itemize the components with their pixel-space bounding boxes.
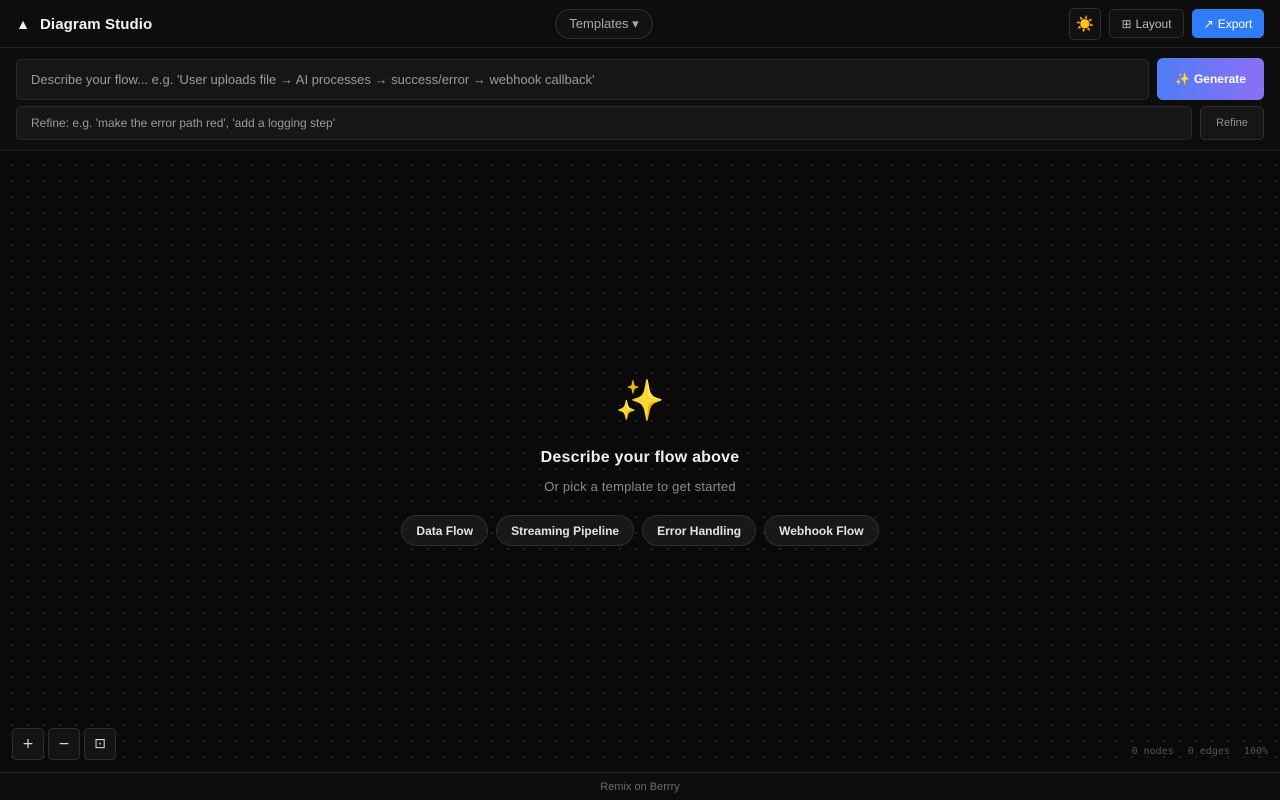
zoom-controls: + − ⊡ <box>12 728 116 760</box>
template-chips: Data Flow Streaming Pipeline Error Handl… <box>401 515 879 546</box>
triangle-logo-icon: ▲ <box>16 16 30 32</box>
empty-state: ✨ Describe your flow above Or pick a tem… <box>0 375 1280 546</box>
sparkles-icon: ✨ <box>1175 72 1190 86</box>
node-count: 0 nodes <box>1131 746 1174 757</box>
diagram-canvas[interactable]: ✨ Describe your flow above Or pick a tem… <box>0 151 1280 772</box>
app-logo: ▲ Diagram Studio <box>16 14 152 34</box>
refine-button[interactable]: Refine <box>1200 106 1264 140</box>
fit-view-icon: ⊡ <box>94 736 106 752</box>
arrow-up-right-icon: ↗ <box>1203 16 1214 31</box>
zoom-out-button[interactable]: − <box>48 728 80 760</box>
describe-flow-input[interactable] <box>16 59 1149 100</box>
template-chip-error-handling[interactable]: Error Handling <box>642 515 757 546</box>
empty-state-title: Describe your flow above <box>540 449 740 466</box>
top-bar: ▲ Diagram Studio Templates ▾ ☀️ ⊞ Layout… <box>0 0 1280 48</box>
sparkles-icon: ✨ <box>615 379 665 423</box>
template-chip-streaming-pipeline[interactable]: Streaming Pipeline <box>496 515 635 546</box>
theme-toggle-button[interactable]: ☀️ <box>1069 8 1101 40</box>
template-chip-webhook-flow[interactable]: Webhook Flow <box>764 515 879 546</box>
canvas-stats: 0 nodes 0 edges 100% <box>1132 746 1268 757</box>
sun-icon: ☀️ <box>1075 16 1095 33</box>
generate-label: Generate <box>1193 72 1246 86</box>
remix-link[interactable]: Remix on Berrry <box>600 781 679 793</box>
footer: Remix on Berrry <box>0 772 1280 800</box>
template-chip-data-flow[interactable]: Data Flow <box>401 515 489 546</box>
export-label: Export <box>1217 16 1253 31</box>
zoom-in-button[interactable]: + <box>12 728 44 760</box>
plus-icon: + <box>22 736 34 752</box>
edge-count: 0 edges <box>1187 746 1230 757</box>
templates-dropdown-button[interactable]: Templates ▾ <box>555 9 653 39</box>
generate-button[interactable]: ✨ Generate <box>1157 58 1264 100</box>
app-title: Diagram Studio <box>40 15 153 33</box>
fit-view-button[interactable]: ⊡ <box>84 728 116 760</box>
minus-icon: − <box>58 736 70 752</box>
grid-icon: ⊞ <box>1121 16 1132 31</box>
zoom-level: 100% <box>1243 746 1268 757</box>
layout-label: Layout <box>1135 16 1172 31</box>
export-button[interactable]: ↗ Export <box>1192 9 1264 38</box>
prompt-panel: ✨ Generate Refine <box>0 48 1280 151</box>
refine-input[interactable] <box>16 106 1192 140</box>
empty-state-subtitle: Or pick a template to get started <box>544 479 736 494</box>
layout-button[interactable]: ⊞ Layout <box>1109 9 1184 38</box>
